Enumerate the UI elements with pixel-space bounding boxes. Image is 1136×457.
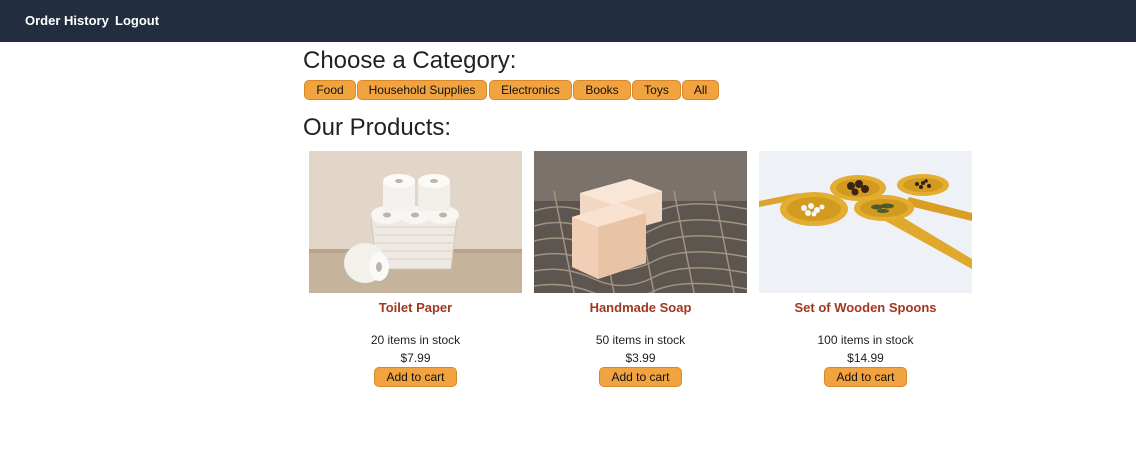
add-to-cart-button[interactable]: Add to cart bbox=[374, 367, 457, 387]
products-heading: Our Products: bbox=[303, 114, 452, 141]
top-navbar: Order History Logout bbox=[0, 0, 1136, 42]
category-heading: Choose a Category: bbox=[303, 47, 517, 74]
category-household-supplies-button[interactable]: Household Supplies bbox=[357, 80, 487, 100]
category-toys-button[interactable]: Toys bbox=[632, 80, 681, 100]
product-price: $14.99 bbox=[847, 351, 884, 365]
product-price: $3.99 bbox=[625, 351, 656, 365]
product-name[interactable]: Handmade Soap bbox=[534, 300, 747, 316]
product-stock: 20 items in stock bbox=[370, 333, 461, 347]
category-all-button[interactable]: All bbox=[682, 80, 719, 100]
handmade-soap-image[interactable] bbox=[534, 151, 747, 293]
toilet-paper-image[interactable] bbox=[309, 151, 522, 293]
category-food-button[interactable]: Food bbox=[304, 80, 356, 100]
product-stock: 100 items in stock bbox=[817, 333, 914, 347]
product-stock: 50 items in stock bbox=[595, 333, 686, 347]
product-price: $7.99 bbox=[400, 351, 431, 365]
category-electronics-button[interactable]: Electronics bbox=[489, 80, 572, 100]
logout-link[interactable]: Logout bbox=[115, 13, 159, 29]
add-to-cart-button[interactable]: Add to cart bbox=[824, 367, 907, 387]
wooden-spoons-image[interactable] bbox=[759, 151, 972, 293]
order-history-link[interactable]: Order History bbox=[25, 13, 109, 29]
product-name[interactable]: Set of Wooden Spoons bbox=[759, 300, 972, 316]
add-to-cart-button[interactable]: Add to cart bbox=[599, 367, 682, 387]
category-books-button[interactable]: Books bbox=[573, 80, 631, 100]
product-name[interactable]: Toilet Paper bbox=[309, 300, 522, 316]
